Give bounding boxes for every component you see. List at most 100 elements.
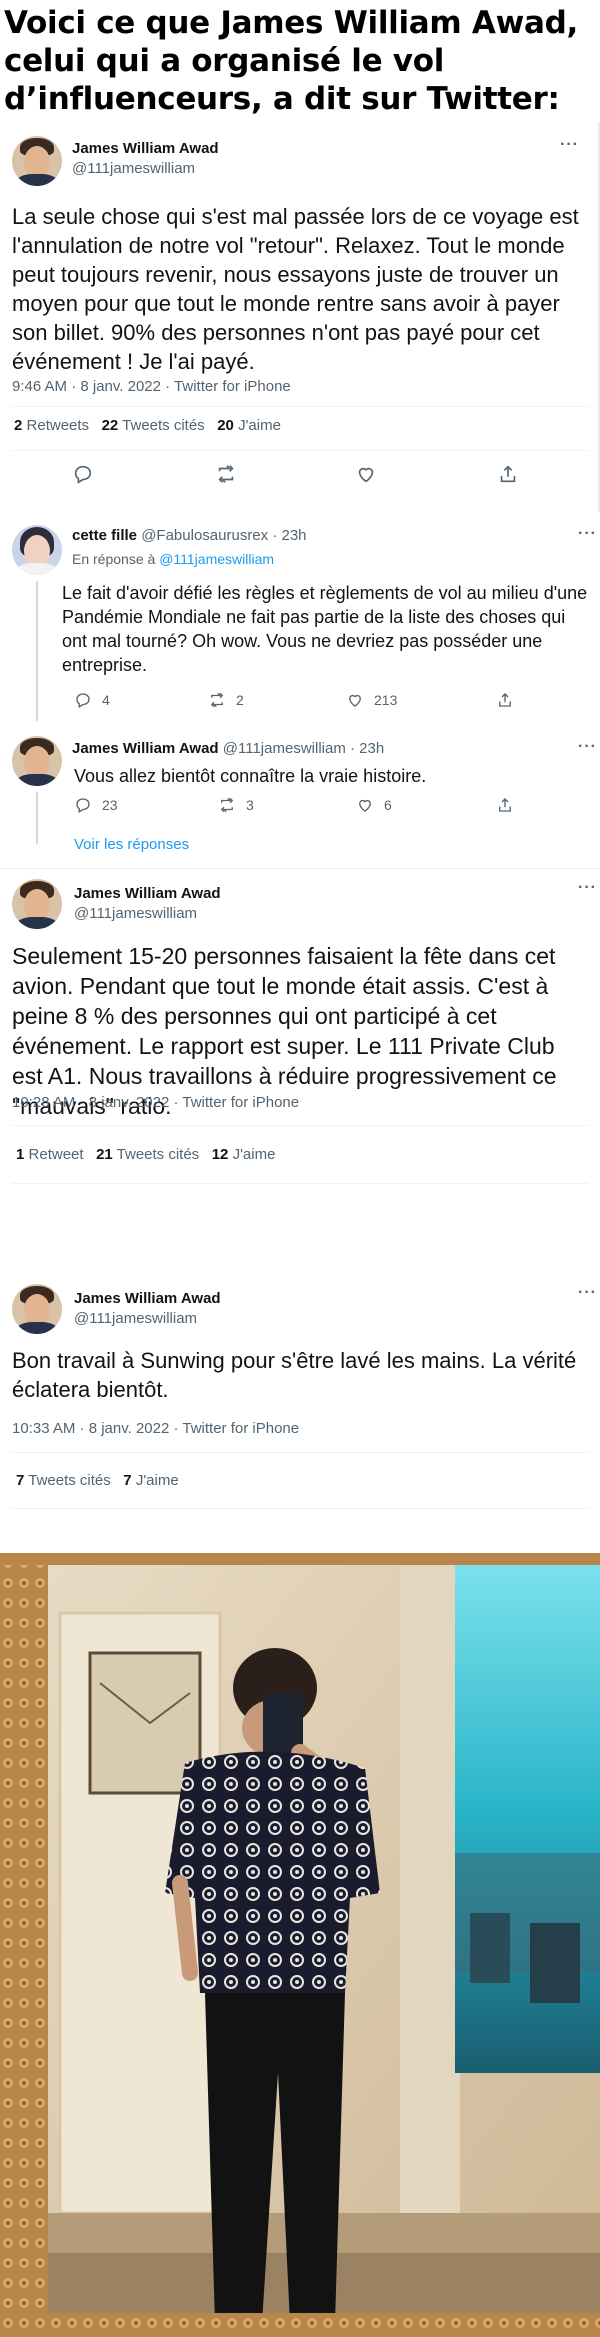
share-button[interactable] xyxy=(496,796,514,814)
quotes-count: 22 xyxy=(101,417,119,434)
mirror-selfie-photo xyxy=(0,1553,600,2337)
reply-actions: 4 2 213 xyxy=(0,691,600,721)
author-name[interactable]: cette fille xyxy=(72,527,137,544)
quotes-label: Tweets cités xyxy=(28,1472,111,1489)
tweet-text: Bon travail à Sunwing pour s'être lavé l… xyxy=(12,1348,577,1402)
photo-illustration xyxy=(0,1553,600,2337)
author-handle[interactable]: @111jameswilliam xyxy=(74,905,197,922)
likes-count: 12 xyxy=(211,1146,229,1163)
reply-time[interactable]: 23h xyxy=(282,527,307,544)
reply-count: 4 xyxy=(102,692,110,708)
author-name[interactable]: James William Awad xyxy=(74,1290,221,1307)
like-icon xyxy=(359,799,371,812)
retweet-count: 3 xyxy=(246,797,254,813)
quotes-label: Tweets cités xyxy=(116,1146,200,1163)
in-reply-label: En réponse à xyxy=(72,551,156,567)
like-button[interactable]: 213 xyxy=(346,691,397,709)
retweet-button[interactable]: 3 xyxy=(218,796,254,814)
retweet-icon xyxy=(220,797,234,813)
retweets-label: Retweets xyxy=(26,417,90,434)
retweet-count: 2 xyxy=(236,692,244,708)
tweet-stats[interactable]: 1 Retweet 21 Tweets cités 12 J'aime xyxy=(16,1146,275,1163)
tweet-meta[interactable]: 9:46 AM · 8 janv. 2022 · Twitter for iPh… xyxy=(12,378,291,395)
reply-count: 23 xyxy=(102,797,118,813)
in-reply-handle[interactable]: @111jameswilliam xyxy=(159,551,274,567)
divider xyxy=(12,1125,588,1126)
tweet-card-4[interactable]: James William Awad @111jameswilliam ··· … xyxy=(0,1268,600,1513)
author-name[interactable]: James William Awad xyxy=(72,740,219,757)
more-icon[interactable]: ··· xyxy=(560,136,579,154)
headline: Voici ce que James William Awad, celui q… xyxy=(0,0,600,120)
avatar[interactable] xyxy=(12,136,62,186)
reply-text: Le fait d'avoir défié les règles et règl… xyxy=(62,583,588,675)
reply-icon xyxy=(76,693,90,708)
in-reply-to: En réponse à @111jameswilliam xyxy=(72,551,274,567)
retweet-icon xyxy=(218,465,234,483)
share-icon xyxy=(499,693,511,707)
quotes-count: 21 xyxy=(96,1146,113,1163)
reply-icon xyxy=(74,465,92,484)
avatar[interactable] xyxy=(12,736,62,786)
divider xyxy=(12,1452,588,1453)
tweet-card-3[interactable]: James William Awad @111jameswilliam ··· … xyxy=(0,868,600,1228)
reply-button[interactable]: 4 xyxy=(74,691,110,709)
reply-text: Vous allez bientôt connaître la vraie hi… xyxy=(74,766,427,786)
reply-button[interactable] xyxy=(72,463,94,485)
retweets-label: Retweet xyxy=(28,1146,84,1163)
reply-header: cette fille @Fabulosaurusrex · 23h xyxy=(72,527,307,544)
retweets-count: 2 xyxy=(14,417,23,434)
like-icon xyxy=(349,694,361,707)
share-button[interactable] xyxy=(496,691,514,709)
likes-label: J'aime xyxy=(238,417,281,434)
tweet-actions xyxy=(0,463,600,493)
author-handle[interactable]: @111jameswilliam xyxy=(74,1310,197,1327)
quotes-count: 7 xyxy=(16,1472,25,1489)
share-icon xyxy=(500,465,516,483)
separator: · xyxy=(350,740,355,757)
see-replies-link[interactable]: Voir les réponses xyxy=(74,836,189,853)
retweets-count: 1 xyxy=(16,1146,25,1163)
more-icon[interactable]: ··· xyxy=(578,525,597,543)
likes-count: 7 xyxy=(123,1472,132,1489)
reply-button[interactable]: 23 xyxy=(74,796,118,814)
reply-time[interactable]: 23h xyxy=(359,740,384,757)
likes-label: J'aime xyxy=(135,1472,179,1489)
author-name[interactable]: James William Awad xyxy=(74,885,221,902)
like-count: 213 xyxy=(374,692,398,708)
divider xyxy=(12,406,588,407)
share-icon xyxy=(499,798,511,812)
share-button[interactable] xyxy=(497,463,519,485)
tweet-card-1[interactable]: James William Awad @111jameswilliam ··· … xyxy=(0,122,600,512)
author-handle[interactable]: @111jameswilliam xyxy=(223,740,346,757)
retweet-icon xyxy=(210,692,224,708)
tweet-meta[interactable]: 10:28 AM · 8 janv. 2022 · Twitter for iP… xyxy=(12,1094,299,1111)
retweet-button[interactable] xyxy=(215,463,237,485)
reply-header: James William Awad @111jameswilliam · 23… xyxy=(72,740,384,757)
divider xyxy=(12,1508,588,1509)
quotes-label: Tweets cités xyxy=(122,417,205,434)
more-icon[interactable]: ··· xyxy=(578,1284,597,1302)
author-name[interactable]: James William Awad xyxy=(72,140,219,157)
like-icon xyxy=(358,467,374,483)
more-icon[interactable]: ··· xyxy=(578,738,597,756)
avatar[interactable] xyxy=(12,525,62,575)
divider xyxy=(12,1183,588,1184)
reply-card-1[interactable]: cette fille @Fabulosaurusrex · 23h ··· E… xyxy=(0,515,600,721)
author-handle[interactable]: @Fabulosaurusrex xyxy=(141,527,268,544)
more-icon[interactable]: ··· xyxy=(578,879,597,897)
tweet-stats[interactable]: 2 Retweets 22 Tweets cités 20 J'aime xyxy=(14,417,281,434)
avatar[interactable] xyxy=(12,879,62,929)
reply-icon xyxy=(76,798,90,813)
likes-label: J'aime xyxy=(232,1146,276,1163)
tweet-meta[interactable]: 10:33 AM · 8 janv. 2022 · Twitter for iP… xyxy=(12,1420,299,1437)
reply-card-2[interactable]: James William Awad @111jameswilliam · 23… xyxy=(0,726,600,861)
reply-actions: 23 3 6 xyxy=(0,796,600,826)
like-count: 6 xyxy=(384,797,392,813)
like-button[interactable] xyxy=(355,463,377,485)
author-handle[interactable]: @111jameswilliam xyxy=(72,160,195,177)
tweet-stats[interactable]: 7 Tweets cités 7 J'aime xyxy=(16,1472,179,1489)
retweet-button[interactable]: 2 xyxy=(208,691,244,709)
likes-count: 20 xyxy=(217,417,234,434)
avatar[interactable] xyxy=(12,1284,62,1334)
like-button[interactable]: 6 xyxy=(356,796,392,814)
